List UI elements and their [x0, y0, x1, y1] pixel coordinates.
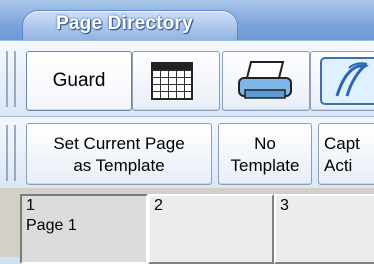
printer-icon: [238, 61, 292, 99]
wizard-icon: [320, 57, 374, 105]
print-button[interactable]: [222, 51, 310, 111]
grid-icon: [151, 62, 193, 100]
capture-action-button[interactable]: Capt Acti: [318, 123, 374, 185]
set-current-page-as-template-button[interactable]: Set Current Page as Template: [26, 123, 212, 185]
page-number: 1: [26, 197, 35, 214]
page-cell-3[interactable]: 3: [274, 194, 374, 264]
no-template-button[interactable]: No Template: [218, 123, 312, 185]
grid-view-button[interactable]: [132, 51, 220, 111]
button-label-line2: as Template: [73, 156, 165, 175]
wizard-button[interactable]: [310, 51, 374, 111]
button-label-line2: Acti: [324, 156, 353, 175]
page-number: 3: [280, 197, 289, 214]
page-directory-panel: Page Directory Guard Set Current Page as…: [0, 0, 374, 264]
window-title: Page Directory: [56, 13, 193, 34]
button-label-line1: Capt: [324, 134, 360, 153]
toolbar-row-2: Set Current Page as Template No Template…: [0, 116, 374, 190]
page-cell-2[interactable]: 2: [148, 194, 274, 264]
toolbar-row-1: Guard: [0, 40, 374, 118]
page-cell-1[interactable]: 1 Page 1: [20, 194, 148, 264]
page-label: Page 1: [26, 217, 77, 234]
button-label-line1: Set Current Page: [53, 134, 185, 153]
toolbar-grip[interactable]: [6, 125, 16, 181]
page-grid: 1 Page 1 2 3: [0, 188, 374, 264]
page-number: 2: [154, 197, 163, 214]
guard-button[interactable]: Guard: [26, 51, 132, 111]
button-label-line2: Template: [230, 156, 300, 175]
toolbar-grip[interactable]: [6, 51, 16, 107]
button-label-line1: No: [254, 134, 276, 153]
